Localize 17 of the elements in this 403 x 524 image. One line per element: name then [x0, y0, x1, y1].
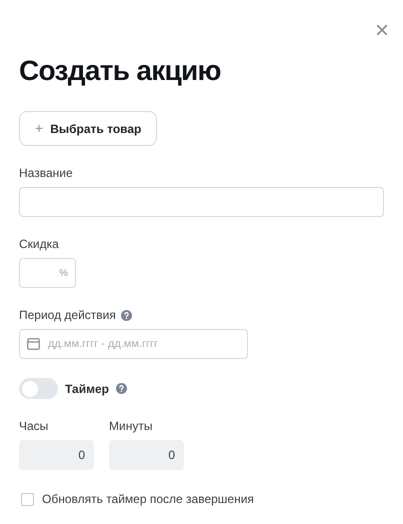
checkbox[interactable] — [21, 492, 34, 506]
percent-suffix: % — [59, 266, 68, 280]
field-label: Скидка — [19, 236, 59, 253]
dialog-title: Создать акцию — [19, 54, 221, 88]
field-label: Название — [19, 165, 73, 182]
help-icon — [120, 310, 132, 320]
field-label: Период действия — [19, 307, 116, 324]
name-input[interactable] — [19, 187, 384, 217]
calendar-icon — [27, 338, 40, 350]
field-label: Часы — [19, 418, 48, 435]
select-product-button[interactable]: + Выбрать товар — [19, 111, 158, 146]
timer-label: Таймер — [65, 380, 109, 398]
help-icon — [116, 383, 127, 394]
field-label: Минуты — [109, 418, 152, 435]
checkbox-label: Обновлять таймер после завершения — [42, 491, 254, 508]
date-range-field[interactable]: дд.мм.гггг - дд.мм.гггг — [19, 329, 248, 359]
timer-toggle[interactable] — [19, 378, 58, 399]
